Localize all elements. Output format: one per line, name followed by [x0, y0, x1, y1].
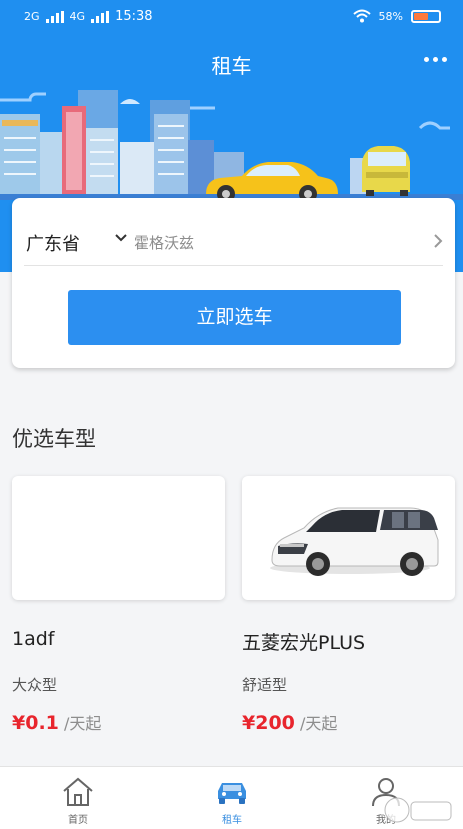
network-2g-label: 2G [24, 10, 40, 23]
select-car-button[interactable]: 立即选车 [68, 290, 401, 345]
tab-rental[interactable]: 租车 [172, 767, 292, 829]
location-selector[interactable]: 广东省 霍格沃兹 [24, 218, 443, 266]
home-icon [63, 777, 93, 806]
car-type: 舒适型 [242, 676, 288, 694]
car-price: ¥0.1 /天起 [12, 710, 101, 734]
wifi-icon [352, 9, 371, 23]
car-icon [218, 783, 246, 804]
car-card-1[interactable] [12, 476, 225, 600]
signal-icon-2 [91, 10, 110, 23]
title-bar: 租车 [0, 44, 463, 84]
price-unit: /天起 [299, 714, 338, 733]
battery-percent: 58% [378, 9, 403, 23]
car-photo [270, 507, 439, 576]
page-title: 租车 [211, 54, 252, 78]
price-value: ¥0.1 [12, 712, 59, 734]
price-unit: /天起 [63, 714, 102, 733]
car-name[interactable]: 五菱宏光PLUS [242, 628, 365, 655]
status-left: 2G 4G 15:38 [24, 9, 153, 24]
province-label[interactable]: 广东省 [26, 230, 80, 256]
status-bar: 2G 4G 15:38 58% [0, 0, 463, 34]
chevron-right-icon [434, 234, 443, 248]
tab-home[interactable]: 首页 [18, 767, 138, 829]
price-value: ¥200 [242, 712, 295, 734]
car-type: 大众型 [12, 676, 58, 694]
section-title: 优选车型 [12, 427, 96, 451]
city-label: 霍格沃兹 [134, 234, 195, 252]
search-card: 广东省 霍格沃兹 立即选车 [12, 198, 455, 368]
watermark-logo [384, 797, 452, 823]
car-image-placeholder [12, 476, 225, 600]
battery-icon [411, 9, 441, 23]
tab-home-label: 首页 [68, 815, 88, 826]
signal-icon [45, 10, 64, 23]
car-card-2[interactable] [242, 476, 455, 600]
car-price: ¥200 /天起 [242, 710, 337, 734]
chevron-down-icon [115, 234, 127, 242]
network-4g-label: 4G [69, 10, 86, 23]
tab-rental-label: 租车 [222, 815, 242, 826]
status-time: 15:38 [115, 9, 153, 24]
car-name[interactable]: 1adf [12, 628, 54, 650]
status-right: 58% [352, 9, 441, 23]
more-dots-icon[interactable] [424, 57, 447, 62]
